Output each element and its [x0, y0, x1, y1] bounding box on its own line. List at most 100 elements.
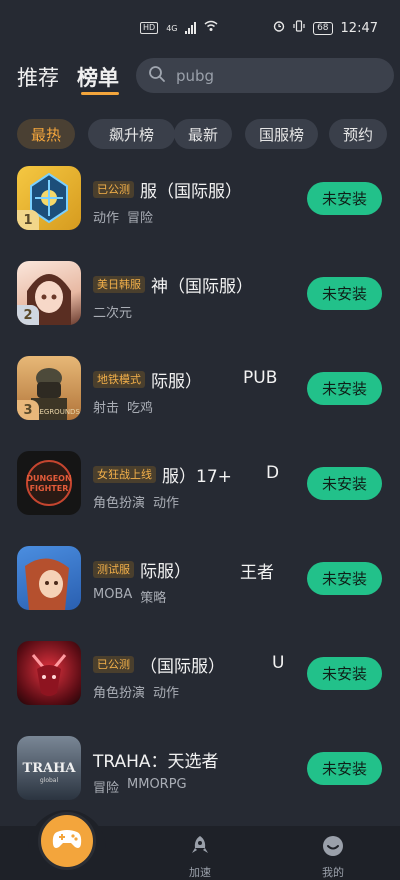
install-button[interactable]: 未安装: [307, 277, 382, 310]
chip-reserve[interactable]: 预约: [329, 119, 387, 149]
game-tags: 二次元: [93, 302, 132, 321]
status-badge: 已公测: [93, 180, 134, 198]
title-line: 女狂战上线 服）17+: [93, 463, 232, 487]
install-button[interactable]: 未安装: [307, 752, 382, 785]
wifi-icon: [204, 20, 218, 36]
smiley-icon: [321, 834, 345, 862]
game-name: TRAHA：天选者: [93, 751, 219, 772]
game-tags: 角色扮演 动作: [93, 682, 179, 701]
title-line: 地铁模式 际服）: [93, 368, 202, 392]
game-name-scrolling: D: [266, 463, 280, 483]
rank-badge: 1: [17, 210, 39, 230]
title-line: 测试服 际服）: [93, 558, 191, 582]
active-tab-indicator: [81, 92, 119, 95]
tab-recommend[interactable]: 推荐: [17, 62, 59, 92]
list-item[interactable]: 已公测 （国际服） U 角色扮演 动作 未安装: [0, 641, 400, 707]
svg-text:FIGHTER: FIGHTER: [30, 484, 69, 493]
game-icon: DUNGEON FIGHTER: [17, 451, 81, 515]
tag: 动作: [93, 211, 120, 226]
status-right: 68 12:47: [273, 20, 378, 36]
game-name: 服）17+: [162, 466, 232, 487]
list-item[interactable]: TRAHA global TRAHA：天选者 冒险 MMORPG 未安装: [0, 736, 400, 802]
search-input[interactable]: [176, 66, 356, 85]
chip-cn-server[interactable]: 国服榜: [245, 119, 318, 149]
list-item[interactable]: DUNGEON FIGHTER 女狂战上线 服）17+ D 角色扮演 动作 未安装: [0, 451, 400, 517]
tag: 冒险: [93, 781, 120, 796]
tab-ranking[interactable]: 榜单: [77, 62, 119, 92]
chip-hottest[interactable]: 最热: [17, 119, 75, 149]
nav-label: 加速: [189, 866, 211, 879]
list-item[interactable]: 测试服 际服） 王者 MOBA 策略 未安装: [0, 546, 400, 612]
game-tags: 冒险 MMORPG: [93, 777, 187, 796]
nav-games-button[interactable]: [38, 812, 96, 870]
game-tags: 动作 冒险: [93, 207, 153, 226]
game-icon: [17, 546, 81, 610]
alarm-icon: [273, 20, 285, 36]
game-name-scrolling: U: [272, 653, 285, 673]
nav-accelerate[interactable]: 加速: [170, 834, 230, 880]
tag: 射击: [93, 401, 120, 416]
status-badge: 地铁模式: [93, 370, 145, 388]
svg-text:DUNGEON: DUNGEON: [26, 474, 71, 483]
traha-logo-icon: TRAHA global: [23, 761, 77, 784]
list-item[interactable]: 1 已公测 服（国际服） 动作 冒险 未安装: [0, 166, 400, 232]
install-button[interactable]: 未安装: [307, 182, 382, 215]
game-tags: 角色扮演 动作: [93, 492, 179, 511]
status-badge: 女狂战上线: [93, 465, 156, 483]
hd-badge: HD: [140, 22, 159, 34]
battery-icon: 68: [313, 21, 333, 35]
install-button[interactable]: 未安装: [307, 467, 382, 500]
tag: 动作: [153, 686, 180, 701]
game-name: 服（国际服）: [140, 181, 242, 202]
status-badge: 美日韩服: [93, 275, 145, 293]
game-name: 神（国际服）: [151, 276, 253, 297]
game-icon: 2: [17, 261, 81, 325]
tag: 吃鸡: [127, 401, 154, 416]
status-bar: HD 4G 68 12:47: [0, 0, 400, 56]
status-badge: 已公测: [93, 655, 134, 673]
game-icon: 1: [17, 166, 81, 230]
chip-newest[interactable]: 最新: [174, 119, 232, 149]
game-name-scrolling: PUB: [243, 368, 278, 388]
signal-icon: [185, 22, 197, 34]
title-line: 已公测 服（国际服）: [93, 178, 242, 202]
vibrate-icon: [293, 20, 305, 36]
title-line: 已公测 （国际服）: [93, 653, 225, 677]
clock: 12:47: [340, 20, 378, 36]
game-name: 际服）: [151, 371, 202, 392]
demon-icon: [31, 654, 67, 696]
header: 推荐 榜单: [0, 56, 400, 100]
rocket-icon: [188, 834, 212, 862]
install-button[interactable]: 未安装: [307, 657, 382, 690]
tag: 二次元: [93, 306, 133, 321]
hero-icon: [25, 558, 69, 610]
tag: 策略: [140, 591, 167, 606]
dungeon-fighter-icon: DUNGEONFIGHTER: [26, 460, 72, 506]
game-icon: BATTLEGROUNDS 3: [17, 356, 81, 420]
nav-mine[interactable]: 我的: [303, 834, 363, 880]
game-name: （国际服）: [140, 656, 225, 677]
nav-label: 我的: [322, 866, 344, 879]
install-button[interactable]: 未安装: [307, 372, 382, 405]
tag: MMORPG: [127, 777, 187, 792]
install-button[interactable]: 未安装: [307, 562, 382, 595]
chip-rising[interactable]: 飙升榜: [88, 119, 175, 149]
list-item[interactable]: 2 美日韩服 神（国际服） 二次元 未安装: [0, 261, 400, 327]
network-badge: 4G: [166, 23, 178, 33]
tag: 角色扮演: [93, 686, 146, 701]
tag: 角色扮演: [93, 496, 146, 511]
list-item[interactable]: BATTLEGROUNDS 3 地铁模式 际服） PUB 射击 吃鸡 未安装: [0, 356, 400, 422]
game-icon: [17, 641, 81, 705]
gamepad-icon: [51, 826, 83, 856]
rank-badge: 3: [17, 400, 39, 420]
rank-badge: 2: [17, 305, 39, 325]
tag: 动作: [153, 496, 180, 511]
tag: MOBA: [93, 587, 133, 602]
search-bar[interactable]: [136, 58, 394, 93]
game-icon: TRAHA global: [17, 736, 81, 800]
search-icon: [148, 65, 166, 87]
game-name-scrolling: 王者: [240, 563, 274, 583]
status-left: HD 4G: [140, 20, 218, 36]
title-line: TRAHA：天选者: [93, 748, 219, 772]
tag: 冒险: [127, 211, 154, 226]
